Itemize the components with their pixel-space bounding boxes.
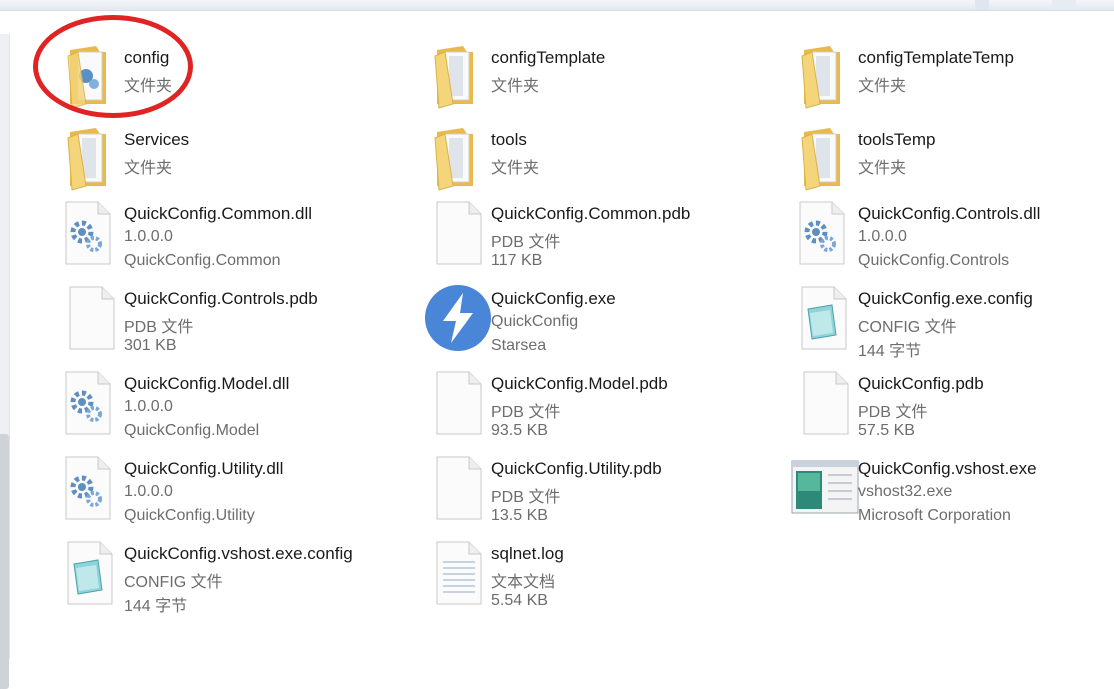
file-type: 1.0.0.0 [124, 398, 173, 415]
file-item[interactable]: configTemplateTemp 文件夹 [734, 38, 1074, 116]
text-file-icon [423, 538, 493, 608]
file-item[interactable]: QuickConfig.Common.dll 1.0.0.0 QuickConfig… [0, 194, 340, 272]
file-item[interactable]: config 文件夹 [0, 38, 340, 116]
blank-file-icon [790, 368, 860, 438]
file-name: QuickConfig.Common.dll [124, 204, 313, 223]
folder-config-icon [56, 42, 126, 112]
file-detail: 301 KB [124, 337, 177, 354]
file-type: PDB 文件 [858, 404, 928, 421]
file-item[interactable]: configTemplate 文件夹 [367, 38, 707, 116]
file-item[interactable]: QuickConfig.pdb PDB 文件 57.5 KB [734, 364, 1074, 442]
file-name: QuickConfig.Model.pdb [491, 374, 668, 393]
file-type: CONFIG 文件 [858, 319, 957, 336]
folder-icon [423, 124, 493, 194]
file-detail: 117 KB [491, 252, 543, 269]
blank-file-icon [56, 283, 126, 353]
file-name: config [124, 48, 170, 67]
file-type: 文件夹 [124, 160, 173, 177]
file-detail: 13.5 KB [491, 507, 548, 524]
dll-gear-icon [56, 368, 126, 438]
file-type: 文件夹 [858, 160, 907, 177]
file-detail: 57.5 KB [858, 422, 915, 439]
file-list-view: config 文件夹 configTemplate 文件夹 configTempla… [0, 0, 1114, 659]
dll-gear-icon [56, 198, 126, 268]
file-detail: QuickConfig.Common [124, 252, 281, 269]
file-name: sqlnet.log [491, 544, 564, 563]
file-name: QuickConfig.vshost.exe.config [124, 544, 353, 563]
folder-icon [790, 124, 860, 194]
file-type: PDB 文件 [124, 319, 194, 336]
file-type: vshost32.exe [858, 483, 953, 500]
blank-file-icon [423, 453, 493, 523]
file-detail: QuickConfig.Controls [858, 252, 1010, 269]
folder-icon [790, 42, 860, 112]
file-name: QuickConfig.exe [491, 289, 616, 308]
vshost-window-icon [790, 453, 860, 523]
file-type: CONFIG 文件 [124, 574, 223, 591]
file-name: QuickConfig.Controls.pdb [124, 289, 318, 308]
file-type: 文件夹 [124, 78, 173, 95]
file-type: 文本文档 [491, 574, 556, 591]
file-type: QuickConfig [491, 313, 579, 330]
blank-file-icon [423, 368, 493, 438]
file-detail: 93.5 KB [491, 422, 548, 439]
file-name: QuickConfig.Controls.dll [858, 204, 1041, 223]
config-file-icon [56, 538, 126, 608]
file-item[interactable]: QuickConfig.Controls.pdb PDB 文件 301 KB [0, 279, 340, 357]
file-name: QuickConfig.Common.pdb [491, 204, 691, 223]
dll-gear-icon [790, 198, 860, 268]
folder-icon [423, 42, 493, 112]
file-item[interactable]: QuickConfig.Model.pdb PDB 文件 93.5 KB [367, 364, 707, 442]
file-type: 文件夹 [491, 160, 540, 177]
lightning-app-icon [423, 283, 493, 353]
file-type: PDB 文件 [491, 489, 561, 506]
file-name: toolsTemp [858, 130, 936, 149]
file-item[interactable]: QuickConfig.Utility.dll 1.0.0.0 QuickConfi… [0, 449, 340, 527]
file-name: QuickConfig.pdb [858, 374, 984, 393]
file-name: QuickConfig.vshost.exe [858, 459, 1037, 478]
file-item[interactable]: QuickConfig.Utility.pdb PDB 文件 13.5 KB [367, 449, 707, 527]
file-item[interactable]: tools 文件夹 [367, 120, 707, 198]
blank-file-icon [423, 198, 493, 268]
file-item[interactable]: Services 文件夹 [0, 120, 340, 198]
config-file-icon [790, 283, 860, 353]
file-name: QuickConfig.Utility.dll [124, 459, 284, 478]
file-item[interactable]: sqlnet.log 文本文档 5.54 KB [367, 534, 707, 612]
file-item[interactable]: QuickConfig.vshost.exe vshost32.exe Micros… [734, 449, 1074, 527]
file-detail: QuickConfig.Utility [124, 507, 255, 524]
file-detail: 144 字节 [124, 598, 188, 615]
file-name: QuickConfig.Model.dll [124, 374, 290, 393]
file-item[interactable]: QuickConfig.Common.pdb PDB 文件 117 KB [367, 194, 707, 272]
file-item[interactable]: QuickConfig.exe.config CONFIG 文件 144 字节 [734, 279, 1074, 360]
dll-gear-icon [56, 453, 126, 523]
file-name: QuickConfig.exe.config [858, 289, 1033, 308]
file-name: configTemplate [491, 48, 606, 67]
folder-icon [56, 124, 126, 194]
file-detail: Microsoft Corporation [858, 507, 1011, 524]
file-type: 1.0.0.0 [124, 483, 173, 500]
file-type: PDB 文件 [491, 404, 561, 421]
file-item[interactable]: QuickConfig.exe QuickConfig Starsea [367, 279, 707, 357]
file-type: 1.0.0.0 [124, 228, 173, 245]
file-detail: QuickConfig.Model [124, 422, 260, 439]
file-name: tools [491, 130, 527, 149]
file-detail: Starsea [491, 337, 547, 354]
file-name: configTemplateTemp [858, 48, 1014, 67]
file-detail: 5.54 KB [491, 592, 548, 609]
file-item[interactable]: QuickConfig.Model.dll 1.0.0.0 QuickConfig.… [0, 364, 340, 442]
file-type: PDB 文件 [491, 234, 561, 251]
file-item[interactable]: QuickConfig.vshost.exe.config CONFIG 文件 14… [0, 534, 353, 615]
file-type: 文件夹 [491, 78, 540, 95]
file-name: Services [124, 130, 190, 149]
file-type: 1.0.0.0 [858, 228, 907, 245]
file-item[interactable]: QuickConfig.Controls.dll 1.0.0.0 QuickConf… [734, 194, 1074, 272]
file-name: QuickConfig.Utility.pdb [491, 459, 662, 478]
file-detail: 144 字节 [858, 343, 922, 360]
file-item[interactable]: toolsTemp 文件夹 [734, 120, 1074, 198]
file-type: 文件夹 [858, 78, 907, 95]
